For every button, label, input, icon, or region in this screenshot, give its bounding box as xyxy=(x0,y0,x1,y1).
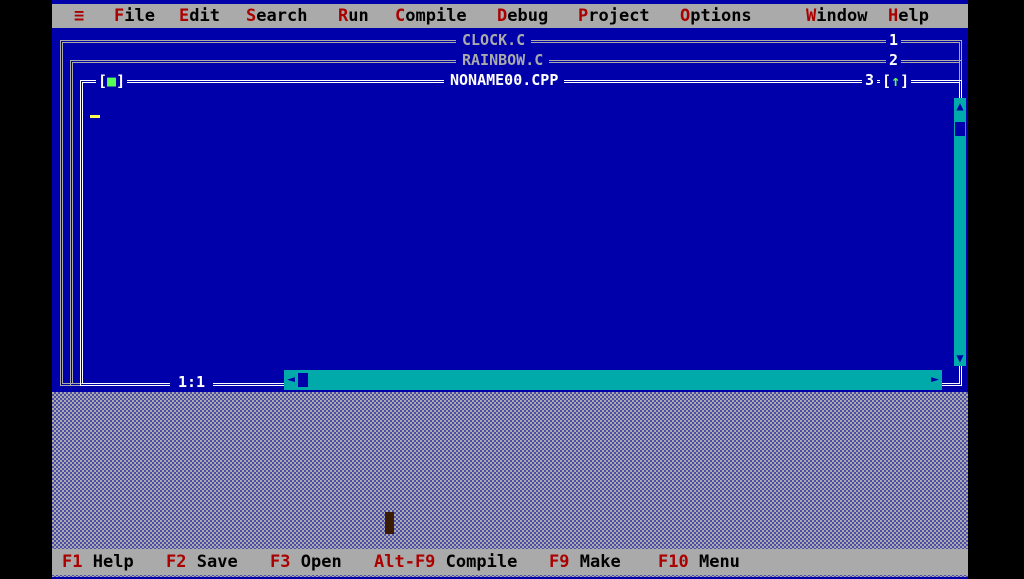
menu-project[interactable]: Project xyxy=(578,4,650,28)
menu-help[interactable]: Help xyxy=(888,4,929,28)
scroll-right-arrow-icon[interactable]: ► xyxy=(928,370,942,390)
cursor-position-indicator: 1:1 xyxy=(170,373,214,391)
horizontal-scroll-thumb[interactable] xyxy=(298,373,308,387)
scroll-up-arrow-icon[interactable]: ▲ xyxy=(954,98,966,114)
window-number-2: 2 xyxy=(886,51,902,69)
vertical-scrollbar[interactable]: ▲ ▼ xyxy=(954,98,966,366)
window-title-rainbow[interactable]: RAINBOW.C xyxy=(456,51,550,69)
menu-options[interactable]: Options xyxy=(680,4,752,28)
mouse-pointer xyxy=(385,512,394,534)
window-title-noname[interactable]: NONAME00.CPP xyxy=(444,71,565,89)
status-menu[interactable]: F10 Menu xyxy=(658,549,740,575)
menu-file[interactable]: File xyxy=(114,4,155,28)
close-icon: ■ xyxy=(107,72,117,90)
ide-screen: ≡ File Edit Search Run Compile Debug Pro… xyxy=(52,0,968,579)
status-compile[interactable]: Alt-F9 Compile xyxy=(374,549,517,575)
vertical-scroll-thumb[interactable] xyxy=(955,122,965,136)
status-save[interactable]: F2 Save xyxy=(166,549,238,575)
menu-bar: ≡ File Edit Search Run Compile Debug Pro… xyxy=(52,4,968,28)
menu-run[interactable]: Run xyxy=(338,4,369,28)
menu-search[interactable]: Search xyxy=(246,4,307,28)
status-open[interactable]: F3 Open xyxy=(270,549,342,575)
menu-edit[interactable]: Edit xyxy=(179,4,220,28)
window-close-button[interactable]: [■] xyxy=(96,72,128,90)
menu-debug[interactable]: Debug xyxy=(497,4,548,28)
scroll-left-arrow-icon[interactable]: ◄ xyxy=(284,370,298,390)
menu-compile[interactable]: Compile xyxy=(395,4,467,28)
status-bar: F1 Help F2 Save F3 Open Alt-F9 Compile F… xyxy=(52,549,968,575)
status-help[interactable]: F1 Help xyxy=(62,549,134,575)
window-zoom-button[interactable]: [↑] xyxy=(880,72,912,90)
system-menu-button[interactable]: ≡ xyxy=(74,4,84,28)
text-cursor xyxy=(90,115,100,118)
menu-window[interactable]: Window xyxy=(806,4,867,28)
status-make[interactable]: F9 Make xyxy=(549,549,621,575)
zoom-arrow-icon: ↑ xyxy=(891,72,901,90)
desktop: CLOCK.C 1 RAINBOW.C 2 NONAME00.CPP 3 [■]… xyxy=(52,28,968,577)
window-number-1: 1 xyxy=(886,31,902,49)
window-title-clock[interactable]: CLOCK.C xyxy=(456,31,532,49)
scroll-down-arrow-icon[interactable]: ▼ xyxy=(954,350,966,366)
horizontal-scrollbar[interactable]: ◄ ► xyxy=(284,370,942,390)
window-number-3: 3 xyxy=(862,71,878,89)
editor-window[interactable] xyxy=(80,80,962,386)
